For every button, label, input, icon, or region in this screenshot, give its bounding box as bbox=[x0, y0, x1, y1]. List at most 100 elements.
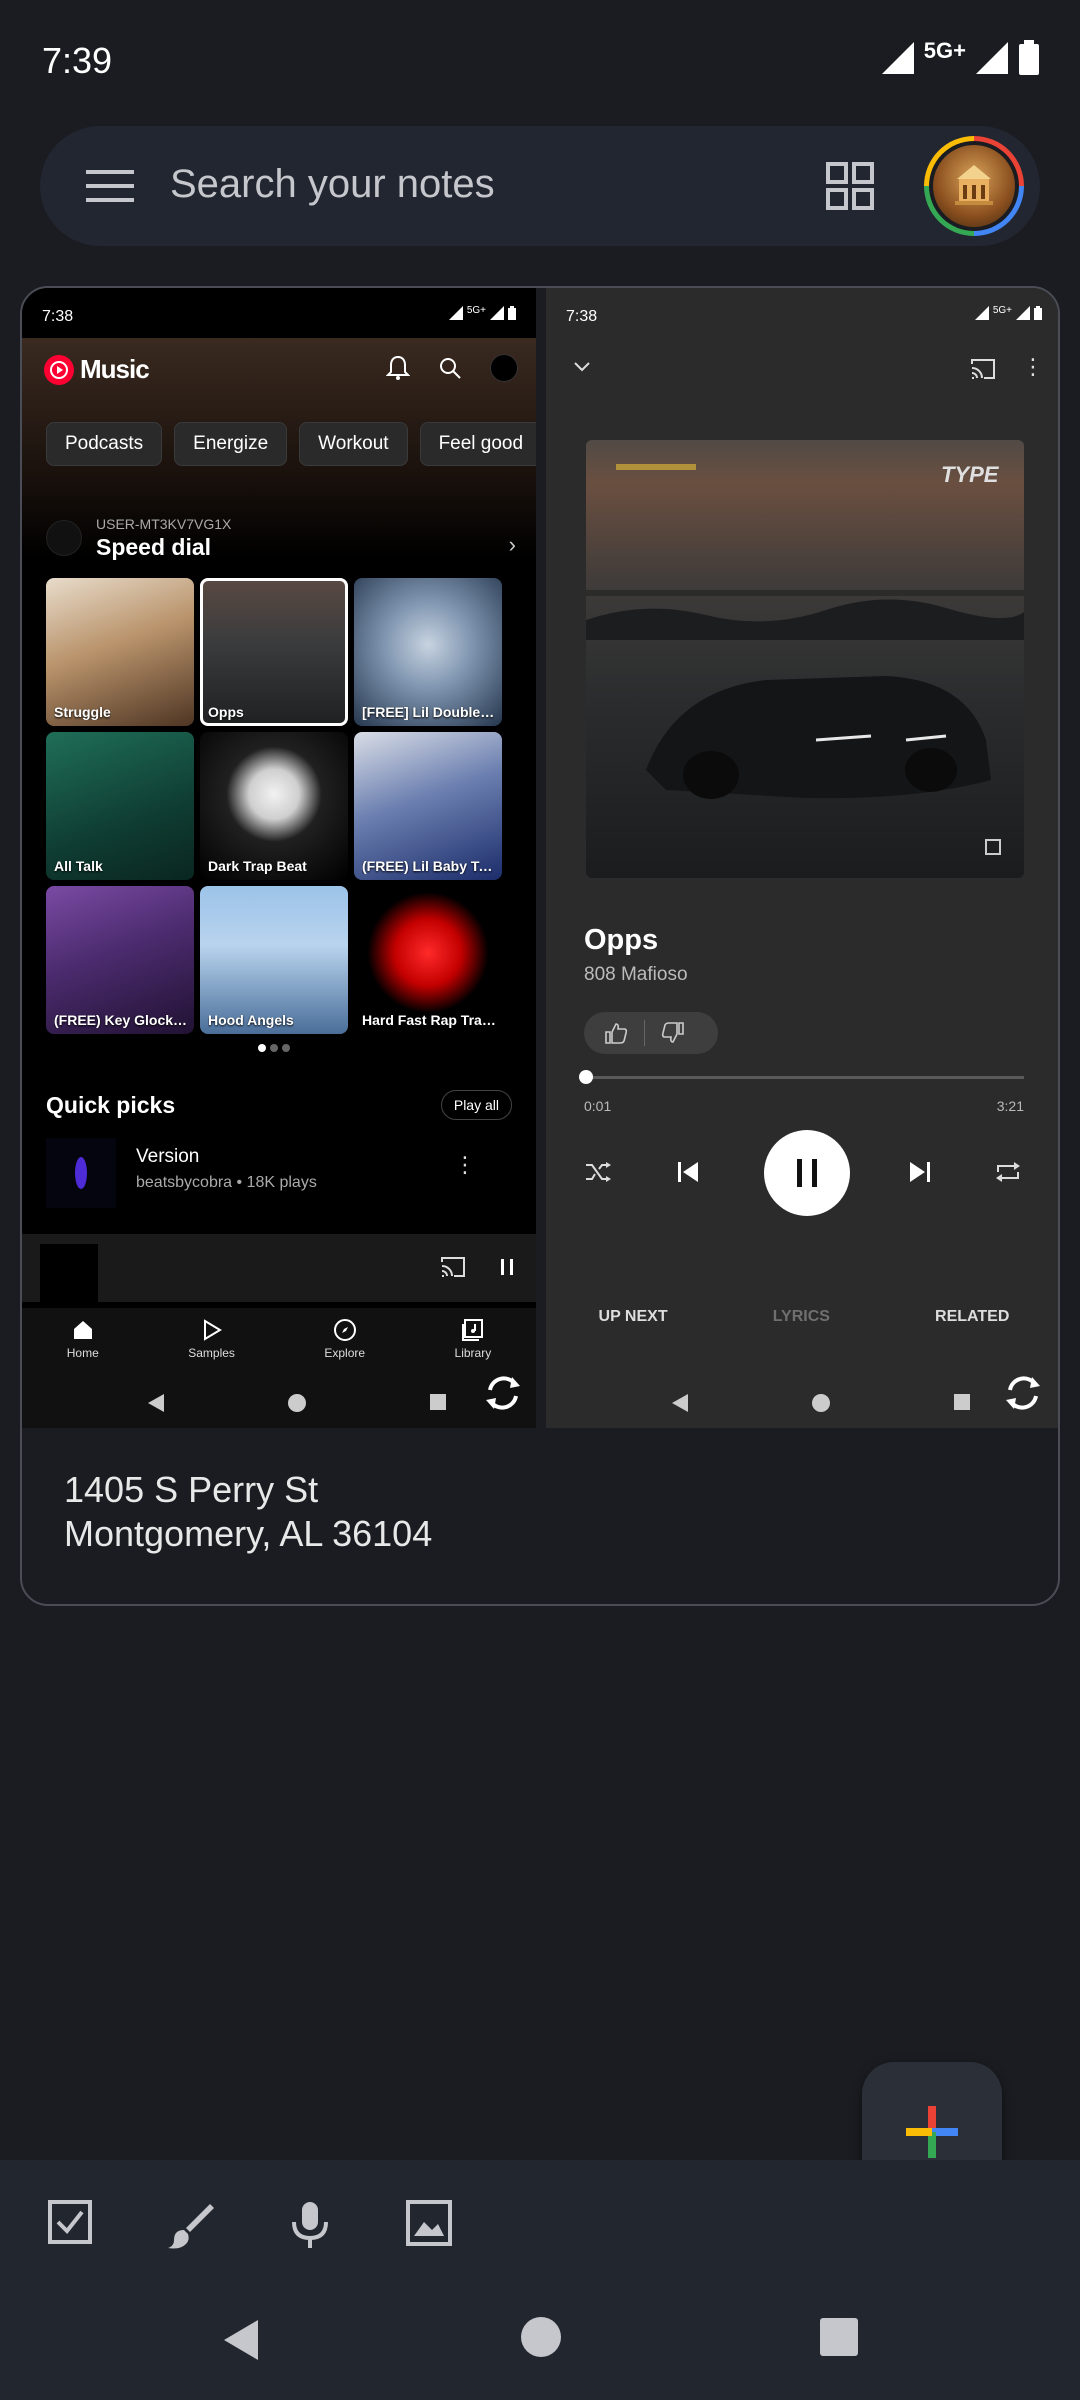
cast-icon[interactable] bbox=[440, 1256, 466, 1278]
search-icon[interactable] bbox=[438, 356, 462, 380]
mini-player[interactable] bbox=[22, 1234, 536, 1302]
image-icon[interactable] bbox=[406, 2200, 452, 2246]
more-vert-icon[interactable]: ⋮ bbox=[1022, 354, 1044, 380]
tile-key-glock[interactable]: (FREE) Key Glock x... bbox=[46, 886, 194, 1034]
play-pause-button[interactable] bbox=[764, 1130, 850, 1216]
track-thumbnail bbox=[46, 1138, 116, 1208]
recents-icon bbox=[430, 1394, 446, 1410]
nav-samples-label: Samples bbox=[188, 1346, 235, 1360]
artist-name[interactable]: 808 Mafioso bbox=[584, 964, 688, 986]
chip-feel-good[interactable]: Feel good bbox=[419, 422, 536, 466]
player-tabs: UP NEXT LYRICS RELATED bbox=[546, 1308, 1058, 1326]
quick-picks-title: Quick picks bbox=[46, 1092, 176, 1118]
recents-button[interactable] bbox=[820, 2318, 858, 2356]
plus-icon bbox=[906, 2106, 958, 2158]
tile-label: All Talk bbox=[54, 858, 103, 874]
battery-icon bbox=[508, 306, 516, 320]
chip-workout[interactable]: Workout bbox=[299, 422, 408, 466]
thumbs-down-icon[interactable] bbox=[661, 1022, 685, 1044]
checkbox-icon[interactable] bbox=[48, 2200, 92, 2244]
screenshot-music-home[interactable]: 7:38 5G+ Music Podcasts Energize Workout… bbox=[22, 288, 536, 1428]
page-dot bbox=[270, 1044, 278, 1052]
mini-system-nav bbox=[546, 1378, 1058, 1428]
thumbs-up-icon[interactable] bbox=[604, 1022, 628, 1044]
skip-next-icon[interactable] bbox=[908, 1160, 932, 1184]
signal-icon bbox=[881, 42, 914, 74]
mini-network-label: 5G+ bbox=[992, 304, 1012, 316]
track-title: Version bbox=[136, 1146, 200, 1167]
mini-status-time: 7:38 bbox=[42, 308, 74, 325]
account-avatar[interactable] bbox=[924, 136, 1024, 236]
search-bar[interactable]: Search your notes bbox=[40, 126, 1040, 246]
mini-system-nav bbox=[22, 1378, 536, 1428]
tile-label: Dark Trap Beat bbox=[208, 858, 307, 874]
nav-samples[interactable]: Samples bbox=[188, 1308, 235, 1378]
chevron-right-icon[interactable]: › bbox=[509, 532, 516, 558]
screenshot-now-playing[interactable]: 7:38 5G+ ⋮ TYPE Opps 808 Mafioso 0:01 3:… bbox=[546, 288, 1058, 1428]
tile-label: Hood Angels bbox=[208, 1012, 294, 1028]
brush-icon[interactable] bbox=[166, 2200, 216, 2250]
more-vert-icon[interactable]: ⋮ bbox=[454, 1152, 476, 1178]
cast-icon[interactable] bbox=[970, 358, 996, 380]
home-button[interactable] bbox=[520, 2316, 562, 2358]
progress-bar[interactable] bbox=[579, 1070, 1024, 1084]
network-label: 5G+ bbox=[923, 38, 966, 63]
header-actions bbox=[386, 354, 518, 382]
youtube-music-logo: Music bbox=[44, 354, 150, 385]
tile-lil-double[interactable]: [FREE] Lil Double 0... bbox=[354, 578, 502, 726]
skip-previous-icon[interactable] bbox=[676, 1160, 700, 1184]
nav-explore[interactable]: Explore bbox=[324, 1308, 365, 1378]
song-title: Opps bbox=[584, 924, 659, 956]
tile-label: Hard Fast Rap Trap... bbox=[362, 1012, 498, 1028]
profile-avatar[interactable] bbox=[490, 354, 518, 382]
time-total: 3:21 bbox=[996, 1098, 1024, 1114]
tile-opps[interactable]: Opps bbox=[200, 578, 348, 726]
progress-knob[interactable] bbox=[579, 1070, 594, 1084]
repeat-icon[interactable] bbox=[994, 1160, 1022, 1184]
tile-hood-angels[interactable]: Hood Angels bbox=[200, 886, 348, 1034]
bell-icon[interactable] bbox=[386, 355, 410, 381]
user-avatar bbox=[46, 520, 82, 556]
tab-lyrics[interactable]: LYRICS bbox=[773, 1308, 830, 1326]
battery-icon bbox=[1034, 306, 1042, 320]
nav-home[interactable]: Home bbox=[67, 1308, 99, 1378]
mic-icon[interactable] bbox=[290, 2200, 330, 2250]
note-card[interactable]: 7:38 5G+ Music Podcasts Energize Workout… bbox=[20, 286, 1060, 1606]
samples-icon bbox=[203, 1319, 222, 1341]
speed-dial-user: USER-MT3KV7VG1X bbox=[96, 516, 232, 532]
chip-energize[interactable]: Energize bbox=[174, 422, 288, 466]
search-input[interactable]: Search your notes bbox=[170, 162, 495, 207]
note-body[interactable]: 1405 S Perry St Montgomery, AL 36104 bbox=[64, 1468, 432, 1556]
tab-up-next[interactable]: UP NEXT bbox=[599, 1308, 668, 1326]
mini-network-label: 5G+ bbox=[466, 304, 486, 316]
tile-all-talk[interactable]: All Talk bbox=[46, 732, 194, 880]
chip-podcasts[interactable]: Podcasts bbox=[46, 422, 163, 466]
play-all-button[interactable]: Play all bbox=[440, 1090, 512, 1120]
speed-dial-grid: Struggle Opps [FREE] Lil Double 0... All… bbox=[46, 578, 506, 1034]
menu-icon[interactable] bbox=[86, 166, 134, 206]
signal-icon bbox=[448, 306, 463, 320]
status-time: 7:39 bbox=[42, 40, 113, 81]
tile-lil-baby[interactable]: (FREE) Lil Baby Typ... bbox=[354, 732, 502, 880]
tile-struggle[interactable]: Struggle bbox=[46, 578, 194, 726]
tile-dark-trap-beat[interactable]: Dark Trap Beat bbox=[200, 732, 348, 880]
tile-label: Struggle bbox=[54, 704, 111, 720]
pause-icon[interactable] bbox=[500, 1258, 514, 1276]
chevron-down-icon[interactable] bbox=[572, 360, 592, 374]
address-line-1: 1405 S Perry St bbox=[64, 1469, 319, 1510]
grid-view-icon[interactable] bbox=[826, 162, 874, 210]
track-row[interactable]: Version beatsbycobra • 18K plays ⋮ bbox=[46, 1138, 516, 1208]
compass-icon bbox=[333, 1319, 356, 1341]
tile-hard-fast-rap[interactable]: Hard Fast Rap Trap... bbox=[354, 886, 502, 1034]
library-icon bbox=[461, 1319, 483, 1341]
signal-icon-2 bbox=[490, 306, 504, 320]
rotate-icon[interactable] bbox=[1002, 1372, 1044, 1414]
track-subtitle: beatsbycobra • 18K plays bbox=[136, 1174, 317, 1191]
back-button[interactable] bbox=[222, 2318, 260, 2362]
nav-library[interactable]: Library bbox=[455, 1308, 491, 1378]
tab-related[interactable]: RELATED bbox=[935, 1308, 1009, 1326]
rotate-icon[interactable] bbox=[482, 1372, 524, 1414]
speed-dial-header[interactable]: USER-MT3KV7VG1X Speed dial › bbox=[46, 508, 516, 568]
status-bar: 7:39 5G+ bbox=[0, 0, 1080, 120]
shuffle-icon[interactable] bbox=[584, 1160, 612, 1184]
